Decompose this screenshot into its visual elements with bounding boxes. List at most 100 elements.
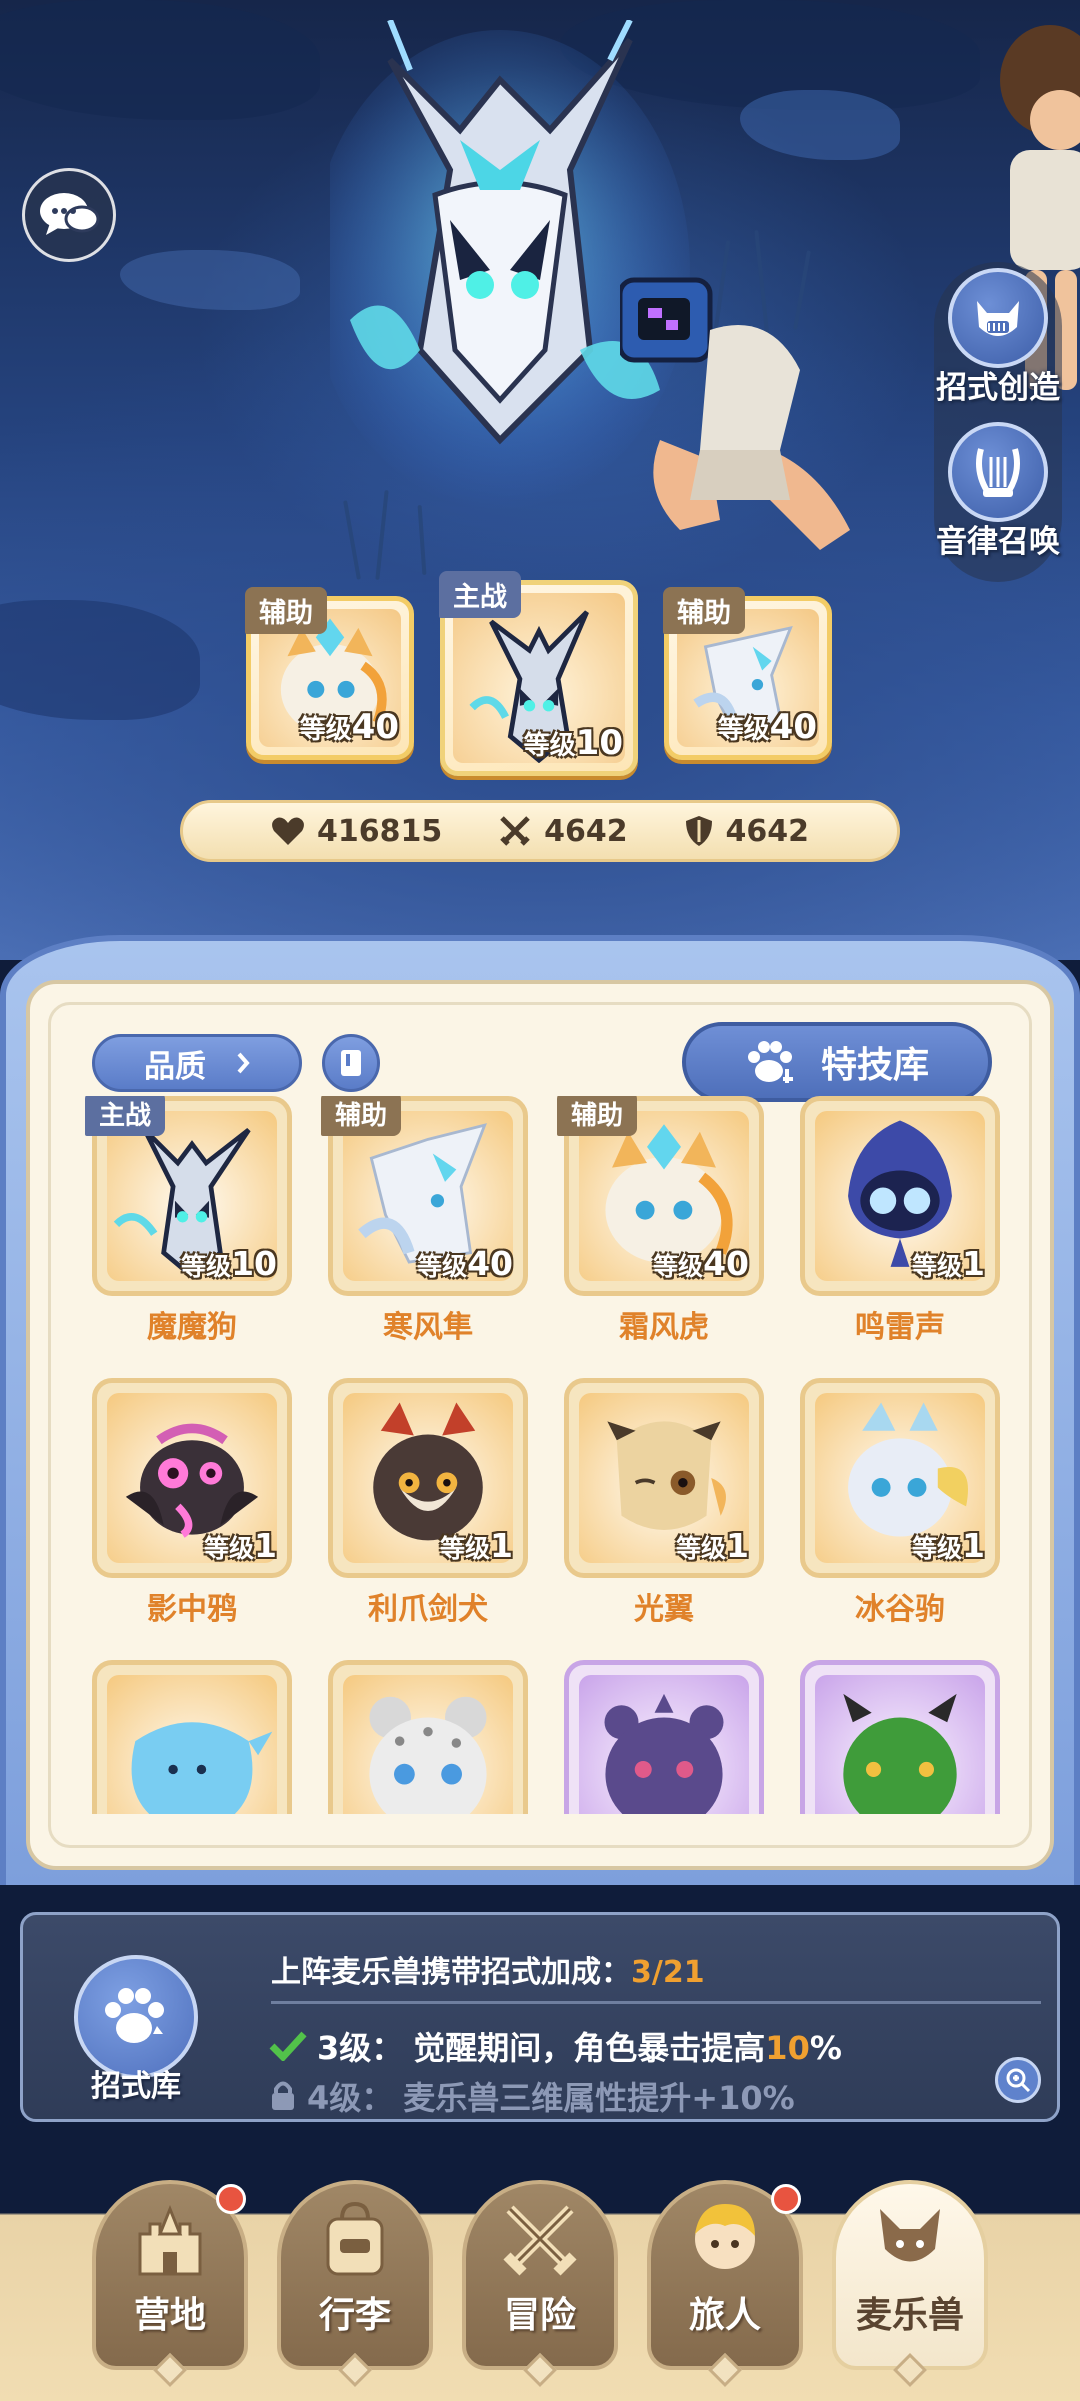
attack-stat: 4642 xyxy=(498,814,628,849)
attack-value: 4642 xyxy=(544,813,628,849)
paw-icon xyxy=(105,1988,164,2043)
purple-bear-portrait xyxy=(604,1693,724,1814)
fox-head-icon xyxy=(880,2209,940,2262)
nav-label: 麦乐兽 xyxy=(855,2295,964,2336)
traveler-portrait-icon xyxy=(695,2204,755,2269)
monster-card[interactable] xyxy=(800,1660,1000,1814)
rhythm-summon-button[interactable]: 音律召唤 xyxy=(934,422,1062,561)
level-label: 等级1 xyxy=(912,1244,985,1283)
monster-name: 光翼 xyxy=(634,1592,694,1627)
monster-card[interactable]: 等级1 光翼 xyxy=(564,1378,764,1628)
team-slot-main[interactable]: 主战 等级10 xyxy=(439,571,638,776)
rhythm-summon-label: 音律召唤 xyxy=(936,524,1060,560)
role-tag: 辅助 xyxy=(321,1096,402,1136)
castle-icon xyxy=(138,2204,202,2276)
skill-create-button[interactable]: 招式创造 xyxy=(934,268,1062,407)
monster-name: 寒风隼 xyxy=(383,1310,473,1345)
role-tag: 主战 xyxy=(439,571,521,618)
hp-stat: 416815 xyxy=(271,814,442,849)
skill-library-shortcut[interactable]: 招式库 xyxy=(71,1955,201,2105)
level-label: 等级40 xyxy=(417,1244,513,1283)
heart-icon xyxy=(272,817,304,845)
monster-grid: 主战 等级10 魔魔狗 辅助 等级40 寒风隼 辅助 等级40 霜风虎 等级1 … xyxy=(58,1096,1030,1814)
paw-icon xyxy=(747,1041,793,1083)
defense-value: 4642 xyxy=(725,813,810,849)
monster-name: 影中鸦 xyxy=(147,1592,237,1627)
nav-label: 冒险 xyxy=(503,2295,576,2336)
level-label: 等级40 xyxy=(653,1244,749,1283)
chat-button[interactable] xyxy=(22,168,116,262)
nav-label: 行李 xyxy=(318,2295,391,2336)
lyre-icon xyxy=(976,448,1020,497)
bonus-count: 3/21 xyxy=(631,1955,705,1990)
nav-label: 营地 xyxy=(133,2295,206,2336)
monster-card[interactable]: 等级1 冰谷驹 xyxy=(800,1378,1000,1628)
level-label: 等级10 xyxy=(523,723,623,763)
role-tag: 辅助 xyxy=(245,587,327,634)
skill-library-shortcut-label: 招式库 xyxy=(91,2069,181,2104)
role-tag: 辅助 xyxy=(557,1096,638,1136)
side-action-panel: 招式创造 音律召唤 xyxy=(934,262,1062,582)
nav-camp[interactable]: 营地 xyxy=(92,2180,248,2387)
team-skill-bonus-bar: 招式库 上阵麦乐兽携带招式加成：3/21 3级： 觉醒期间，角色暴击提高10% … xyxy=(20,1912,1060,2122)
collection-panel: 品质 特技库 主战 等级10 魔魔狗 辅助 等级40 寒风隼 辅助 等级40 霜… xyxy=(26,980,1054,1870)
level-label: 等级1 xyxy=(440,1526,513,1565)
notification-dot xyxy=(771,2184,801,2214)
level-label: 等级40 xyxy=(299,707,399,747)
notification-dot xyxy=(216,2184,246,2214)
monster-card[interactable] xyxy=(564,1660,764,1814)
monster-name: 冰谷驹 xyxy=(855,1592,945,1627)
notebook-button[interactable] xyxy=(322,1034,380,1092)
monster-name: 魔魔狗 xyxy=(147,1310,237,1345)
skill-create-label: 招式创造 xyxy=(936,370,1060,406)
divider xyxy=(271,2001,1041,2004)
monster-name: 鸣雷声 xyxy=(855,1310,945,1345)
magnifier-icon xyxy=(1006,2068,1031,2093)
traveler-character-art xyxy=(620,277,850,550)
monster-card[interactable] xyxy=(328,1660,528,1814)
chat-bubbles-icon xyxy=(40,193,100,235)
level-label: 等级10 xyxy=(181,1244,277,1283)
monster-card[interactable]: 辅助 等级40 寒风隼 xyxy=(321,1096,528,1346)
monster-name: 霜风虎 xyxy=(619,1310,709,1345)
level-label: 等级1 xyxy=(676,1526,749,1565)
quality-filter-label: 品质 xyxy=(144,1048,206,1085)
skill-library-button[interactable]: 特技库 xyxy=(682,1022,992,1102)
monster-card[interactable]: 等级1 利爪剑犬 xyxy=(328,1378,528,1628)
nav-adventure[interactable]: 冒险 xyxy=(462,2180,618,2387)
nav-traveler[interactable]: 旅人 xyxy=(647,2180,803,2387)
backpack-icon xyxy=(326,2201,384,2276)
quality-filter-button[interactable]: 品质 xyxy=(92,1034,302,1092)
monster-name: 利爪剑犬 xyxy=(368,1592,488,1627)
nav-luggage[interactable]: 行李 xyxy=(277,2180,433,2387)
monster-card[interactable]: 等级1 影中鸦 xyxy=(92,1378,292,1628)
monster-card[interactable] xyxy=(92,1660,292,1814)
checkmark-icon xyxy=(269,2031,307,2061)
bonus-title: 上阵麦乐兽携带招式加成：3/21 xyxy=(271,1955,705,1990)
role-tag: 辅助 xyxy=(663,587,745,634)
crossed-swords-icon xyxy=(503,2205,577,2276)
level-label: 等级1 xyxy=(912,1526,985,1565)
hp-value: 416815 xyxy=(316,813,443,849)
monster-card[interactable]: 等级1 鸣雷声 xyxy=(800,1096,1000,1346)
music-cat-icon xyxy=(977,301,1019,336)
zoom-button[interactable] xyxy=(995,2057,1041,2103)
nav-label: 旅人 xyxy=(688,2295,761,2336)
monster-card[interactable]: 主战 等级10 魔魔狗 xyxy=(85,1096,292,1346)
skill-library-label: 特技库 xyxy=(820,1045,929,1086)
bonus-level-3: 3级： 觉醒期间，角色暴击提高10% xyxy=(269,2023,842,2069)
monster-card[interactable]: 辅助 等级40 霜风虎 xyxy=(557,1096,764,1346)
crossed-swords-icon xyxy=(500,816,530,846)
level-label: 等级40 xyxy=(717,707,817,747)
team-slot-support-2[interactable]: 辅助 等级40 xyxy=(663,587,832,760)
snow-leopard-portrait xyxy=(369,1696,487,1814)
water-blob-portrait xyxy=(131,1722,273,1814)
notebook-icon xyxy=(341,1050,361,1076)
lock-icon xyxy=(272,2081,294,2110)
team-slot-support-1[interactable]: 辅助 等级40 xyxy=(245,587,414,760)
defense-stat: 4642 xyxy=(684,813,810,849)
role-tag: 主战 xyxy=(85,1096,166,1136)
team-stats-bar: 416815 4642 4642 xyxy=(180,800,900,862)
nav-melody-beast[interactable]: 麦乐兽 xyxy=(832,2180,988,2387)
level-label: 等级1 xyxy=(204,1526,277,1565)
